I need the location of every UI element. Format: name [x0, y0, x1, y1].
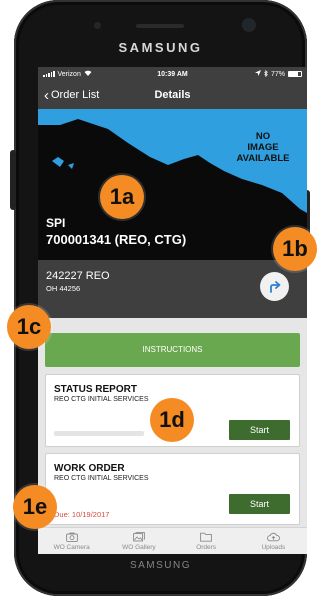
callout-label: 1d: [159, 407, 185, 432]
task-title: STATUS REPORT: [54, 384, 137, 395]
battery-icon: [288, 71, 302, 77]
tab-wo-gallery[interactable]: WO Gallery: [105, 528, 172, 554]
callout-label: 1a: [109, 184, 135, 209]
earpiece-speaker: [136, 24, 184, 28]
callout-label: 1e: [22, 494, 48, 519]
order-heading: SPI 700001341 (REO, CTG): [46, 216, 186, 247]
cloud-upload-icon: [266, 532, 280, 541]
tab-orders[interactable]: Orders: [173, 528, 240, 554]
no-image-line1: NO: [255, 131, 271, 142]
back-button[interactable]: ‹ Order List: [38, 88, 99, 103]
tab-label: WO Gallery: [122, 543, 156, 551]
address-line1: 242227 REO: [46, 270, 110, 282]
camera-icon: [65, 532, 78, 542]
task-card-work-order: WORK ORDER REO CTG INITIAL SERVICES Due:…: [45, 453, 300, 525]
order-number: 700001341 (REO, CTG): [46, 232, 187, 247]
task-meta-blurred: [54, 431, 144, 436]
callout-1e: 1e: [13, 485, 57, 529]
tab-label: Orders: [196, 543, 217, 551]
volume-button: [10, 150, 16, 210]
status-bar: Verizon 10:39 AM 77%: [38, 67, 307, 81]
app-screen: Verizon 10:39 AM 77% ‹ Order List Detail…: [38, 67, 307, 554]
device-brand-top: SAMSUNG: [118, 40, 203, 55]
no-image-line2: IMAGE: [247, 142, 279, 153]
tab-bar: WO Camera WO Gallery Orders Uploads: [38, 527, 307, 554]
tab-label: Uploads: [261, 543, 286, 551]
chevron-left-icon: ‹: [44, 86, 49, 104]
proximity-sensor: [94, 22, 101, 29]
directions-button[interactable]: [260, 272, 289, 301]
address-line2: OH 44256: [46, 284, 81, 293]
callout-label: 1c: [16, 314, 42, 339]
task-title: WORK ORDER: [54, 463, 125, 474]
tab-label: WO Camera: [53, 543, 90, 551]
tab-wo-camera[interactable]: WO Camera: [38, 528, 105, 554]
folder-icon: [200, 532, 212, 542]
callout-1d: 1d: [150, 398, 194, 442]
property-image: NO IMAGE AVAILABLE SPI 700001341 (REO, C…: [38, 109, 307, 260]
no-image-placeholder: NO IMAGE AVAILABLE: [233, 131, 293, 164]
callout-1b: 1b: [273, 227, 317, 271]
task-subtitle: REO CTG INITIAL SERVICES: [54, 396, 149, 403]
task-subtitle: REO CTG INITIAL SERVICES: [54, 475, 149, 482]
start-status-report-button[interactable]: Start: [229, 420, 290, 440]
tab-uploads[interactable]: Uploads: [240, 528, 307, 554]
front-camera: [244, 20, 254, 30]
gallery-icon: [133, 531, 145, 541]
instructions-button[interactable]: INSTRUCTIONS: [45, 333, 300, 367]
callout-1a: 1a: [100, 175, 144, 219]
due-date: Due: 10/19/2017: [54, 510, 110, 519]
start-work-order-button[interactable]: Start: [229, 494, 290, 514]
no-image-line3: AVAILABLE: [236, 153, 290, 164]
address-bar: 242227 REO OH 44256: [38, 260, 307, 318]
device-brand-bottom: SAMSUNG: [129, 560, 192, 571]
back-label: Order List: [51, 89, 100, 101]
callout-label: 1b: [282, 236, 308, 261]
callout-1c: 1c: [7, 305, 51, 349]
share-arrow-icon: [269, 280, 280, 293]
nav-bar: ‹ Order List Details: [38, 81, 307, 109]
status-time: 10:39 AM: [157, 70, 188, 78]
battery-fill: [289, 72, 299, 76]
